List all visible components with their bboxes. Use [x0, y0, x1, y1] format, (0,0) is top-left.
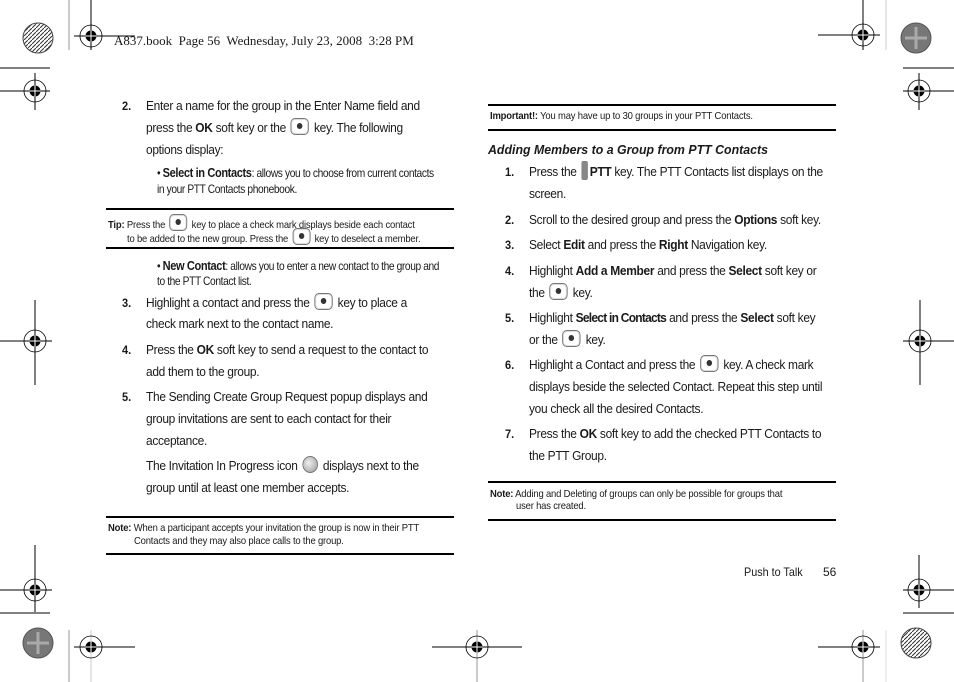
- step-text: check mark next to the contact name.: [146, 316, 334, 331]
- divider: [488, 129, 836, 131]
- divider: [106, 247, 454, 249]
- step-text: Highlight a Contact and press the key. A…: [529, 355, 814, 372]
- step-text: Press the PTT key. The PTT Contacts list…: [529, 161, 823, 183]
- print-marks: [0, 0, 954, 682]
- bullet-item-cont: to the PTT Contact list.: [157, 274, 252, 288]
- step-text: you check all the desired Contacts.: [529, 401, 704, 416]
- note-box-cont: user has created.: [516, 500, 586, 512]
- note-box-cont: Contacts and they may also place calls t…: [134, 535, 344, 547]
- divider: [488, 519, 836, 521]
- bullet-item-cont: in your PTT Contacts phonebook.: [157, 182, 297, 196]
- divider: [106, 553, 454, 555]
- step-text: The Sending Create Group Request popup d…: [146, 389, 428, 404]
- step-text: screen.: [529, 186, 566, 201]
- footer-section-name: Push to Talk: [744, 565, 803, 579]
- step-number: 2.: [122, 99, 132, 113]
- step-text: displays beside the selected Contact. Re…: [529, 379, 823, 394]
- step-text: group invitations are sent to each conta…: [146, 411, 392, 426]
- rosette-mark: [22, 22, 54, 54]
- divider: [488, 104, 836, 106]
- step-text: options display:: [146, 142, 224, 157]
- step-number: 3.: [505, 238, 515, 252]
- step-number: 5.: [122, 390, 132, 404]
- step-text: Highlight Select in Contacts and press t…: [529, 310, 816, 325]
- center-key-icon: [700, 355, 719, 372]
- step-text: add them to the group.: [146, 364, 260, 379]
- step-number: 2.: [505, 213, 515, 227]
- step-number: 7.: [505, 427, 515, 441]
- bullet-item: • Select in Contacts: allows you to choo…: [157, 165, 434, 180]
- note-box: Note: When a participant accepts your in…: [108, 522, 420, 534]
- step-number: 4.: [122, 343, 132, 357]
- step-text: or the key.: [529, 330, 606, 347]
- rosette-mark: [900, 627, 932, 659]
- divider: [488, 481, 836, 483]
- step-text: acceptance.: [146, 433, 207, 448]
- section-heading: Adding Members to a Group from PTT Conta…: [488, 142, 768, 157]
- ptt-key-icon: [581, 161, 588, 180]
- step-text: Enter a name for the group in the Enter …: [146, 98, 420, 113]
- step-text: Highlight a contact and press the key to…: [146, 293, 407, 310]
- important-box: Important!: You may have up to 30 groups…: [490, 110, 753, 122]
- center-key-icon: [549, 283, 568, 300]
- page-number: 56: [823, 565, 837, 579]
- step-text: Scroll to the desired group and press th…: [529, 212, 821, 227]
- step-text: the PTT Group.: [529, 448, 607, 463]
- center-key-icon: [290, 118, 310, 135]
- center-key-icon: [314, 293, 333, 310]
- step-number: 1.: [505, 165, 515, 179]
- divider: [106, 516, 454, 518]
- bullet-item: • New Contact: allows you to enter a new…: [157, 258, 440, 273]
- step-text: press the OK soft key or the key. The fo…: [146, 118, 403, 135]
- center-key-icon: [292, 228, 311, 245]
- step-number: 6.: [505, 358, 515, 372]
- divider: [106, 208, 454, 210]
- step-text: Press the OK soft key to add the checked…: [529, 426, 822, 441]
- step-text: group until at least one member accepts.: [146, 480, 350, 495]
- center-key-icon: [562, 330, 581, 347]
- step-text: Select Edit and press the Right Navigati…: [529, 237, 767, 252]
- tip-box-cont: to be added to the new group. Press the …: [127, 228, 421, 246]
- step-number: 5.: [505, 311, 515, 325]
- step-text: the key.: [529, 283, 593, 300]
- book-slug: A837.book Page 56 Wednesday, July 23, 20…: [114, 33, 414, 48]
- step-text: The Invitation In Progress icon displays…: [146, 456, 419, 473]
- step-text: Highlight Add a Member and press the Sel…: [529, 263, 817, 278]
- invitation-in-progress-icon: [302, 456, 319, 473]
- step-number: 3.: [122, 296, 132, 310]
- step-text: Press the OK soft key to send a request …: [146, 342, 429, 357]
- step-number: 4.: [505, 264, 515, 278]
